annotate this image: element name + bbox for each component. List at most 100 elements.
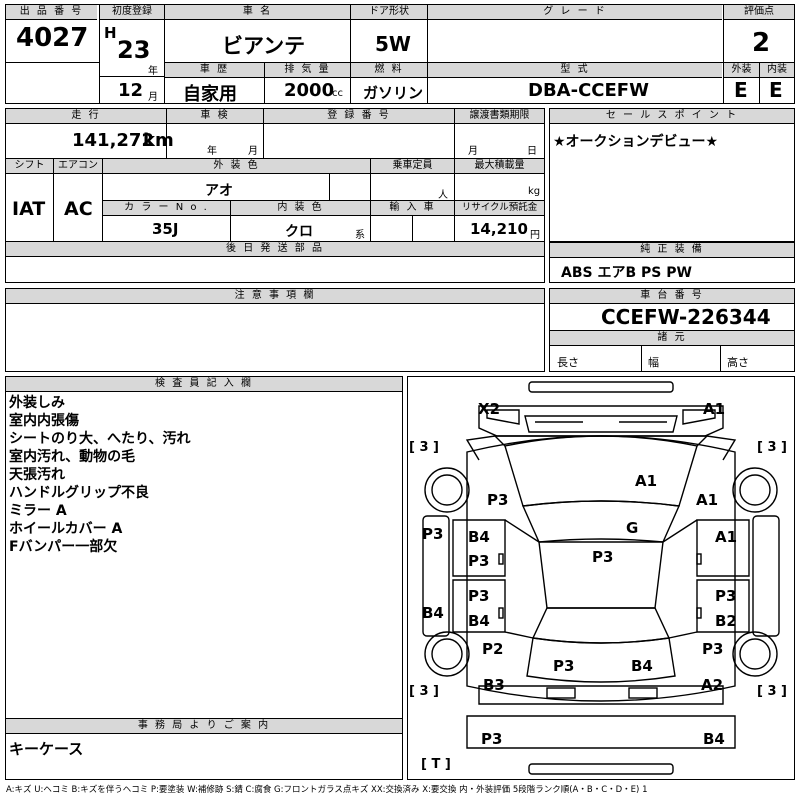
interior-color-value: クロ <box>285 224 313 240</box>
damage-mark-left-fender: P3 <box>487 491 509 509</box>
damage-mark-left-rear: B3 <box>483 676 505 694</box>
damage-mark-right-rear: A2 <box>701 676 724 694</box>
sales-point-text: ★オークションデビュー★ <box>553 134 719 150</box>
length-label: 長さ <box>557 356 579 369</box>
displacement-unit: cc <box>332 88 343 99</box>
mileage-label: 走 行 <box>6 109 166 124</box>
model-label: 型 式 <box>428 63 722 78</box>
exterior-score: E <box>734 78 748 102</box>
inspector-note: 室内内張傷 <box>9 413 79 429</box>
inspector-label: 検 査 員 記 入 欄 <box>6 377 402 392</box>
sales-point-box <box>549 108 795 242</box>
car-diagram <box>422 381 780 775</box>
inspector-note: ホイールカバー A <box>9 521 123 537</box>
interior-color-label: 内 装 色 <box>231 201 370 216</box>
interior-score: E <box>769 78 783 102</box>
first-registration-month: 12 <box>118 80 144 101</box>
width-label: 幅 <box>648 356 659 369</box>
car-name: ビアンテ <box>222 34 306 58</box>
inspector-note: シートのり大、へたり、汚れ <box>9 431 191 447</box>
color-number-value: 35J <box>152 220 179 238</box>
damage-mark-left-front-door: B4 <box>468 528 490 546</box>
damage-mark-left-quarter: P2 <box>482 640 504 658</box>
ac-value: AC <box>64 198 93 220</box>
damage-mark-hood: A1 <box>635 472 658 490</box>
damage-mark-right-quarter: P3 <box>702 640 724 658</box>
interior-score-label: 内装 <box>760 63 794 78</box>
import-label: 輸 入 車 <box>371 201 454 216</box>
specs-label: 諸 元 <box>550 331 794 346</box>
tire-label-spare: [ T ] <box>421 757 451 772</box>
damage-mark-right-rear-door-lower: B2 <box>715 612 737 630</box>
transfer-deadline-label: 譲渡書類期限 <box>455 109 544 124</box>
mileage-value: 141,272 <box>72 130 154 151</box>
grade-label: グ レ ー ド <box>428 5 722 20</box>
damage-mark-left-front-door-lower: P3 <box>468 552 490 570</box>
displacement-value: 2000 <box>284 80 335 101</box>
tire-label-rear-left: [ 3 ] <box>409 684 439 699</box>
notes-label: 注 意 事 項 欄 <box>6 289 544 304</box>
exterior-color-label: 外 装 色 <box>103 159 370 174</box>
damage-mark-left-rear-door-lower: B4 <box>468 612 490 630</box>
inspection-month-unit: 月 <box>248 146 258 157</box>
inspector-note: ハンドルグリップ不良 <box>9 485 149 501</box>
max-load-label: 最大積載量 <box>455 159 544 174</box>
capacity-unit: 人 <box>438 190 448 201</box>
door-type-label: ドア形状 <box>351 5 427 20</box>
first-registration-year: 23 <box>117 36 151 64</box>
interior-color-unit: 系 <box>355 230 365 241</box>
inspector-note: 室内汚れ、動物の毛 <box>9 449 136 465</box>
inspector-note: ミラー A <box>9 503 67 519</box>
inspector-note: Fバンパー一部欠 <box>9 539 118 555</box>
exterior-score-label: 外装 <box>724 63 759 78</box>
damage-mark-front-right: A1 <box>703 400 726 418</box>
fuel-label: 燃 料 <box>351 63 427 78</box>
inspector-note: 外装しみ <box>9 395 65 411</box>
recycle-deposit-unit: 円 <box>530 230 540 241</box>
mileage-unit: km <box>143 130 174 151</box>
history-label: 車 歴 <box>165 63 264 78</box>
ac-label: エアコン <box>54 159 102 174</box>
office-text: キーケース <box>9 740 84 758</box>
damage-mark-right-fender: A1 <box>696 491 719 509</box>
tire-label-front-left: [ 3 ] <box>409 440 439 455</box>
lot-number-label: 出 品 番 号 <box>6 5 97 20</box>
year-unit: 年 <box>148 66 158 77</box>
equipment-label: 純 正 装 備 <box>550 243 794 258</box>
damage-mark-windshield: G <box>626 519 639 537</box>
damage-mark-rear-bumper-left: P3 <box>481 730 503 748</box>
office-label: 事 務 局 よ り ご 案 内 <box>6 719 402 734</box>
inspector-notes: 外装しみ 室内内張傷 シートのり大、へたり、汚れ 室内汚れ、動物の毛 天張汚れ … <box>9 394 190 556</box>
inspection-year-unit: 年 <box>207 146 217 157</box>
shift-label: シフト <box>6 159 53 174</box>
chassis-label: 車 台 番 号 <box>550 289 794 304</box>
max-load-unit: kg <box>528 186 541 197</box>
door-type: 5W <box>375 32 411 56</box>
sales-point-label: セ ー ル ス ポ イ ン ト <box>550 109 794 124</box>
lot-number: 4027 <box>16 23 89 53</box>
tire-label-rear-right: [ 3 ] <box>757 684 787 699</box>
height-label: 高さ <box>727 356 749 369</box>
car-name-label: 車 名 <box>165 5 350 20</box>
chassis-number: CCEFW-226344 <box>601 305 771 329</box>
damage-mark-right-rear-door: P3 <box>715 587 737 605</box>
equipment-text: ABS エアB PS PW <box>561 265 692 281</box>
transfer-month-unit: 月 <box>468 146 478 157</box>
inspector-note: 天張汚れ <box>9 467 65 483</box>
damage-mark-back-left: P3 <box>553 657 575 675</box>
model-value: DBA-CCEFW <box>528 80 649 101</box>
damage-mark-left-rear-door: P3 <box>468 587 490 605</box>
damage-mark-roof: P3 <box>592 548 614 566</box>
inspection-label: 車 検 <box>167 109 263 124</box>
transfer-day-unit: 日 <box>527 146 537 157</box>
score-label: 評価点 <box>724 5 794 20</box>
exterior-color-value: アオ <box>205 183 233 199</box>
displacement-label: 排 気 量 <box>265 63 350 78</box>
damage-mark-left-sill: B4 <box>422 604 444 622</box>
registration-number-label: 登 録 番 号 <box>264 109 454 124</box>
recycle-deposit-label: リサイクル預託金 <box>455 201 544 216</box>
history-value: 自家用 <box>183 84 237 105</box>
damage-mark-left-pillar: P3 <box>422 525 444 543</box>
later-parts-label: 後 日 発 送 部 品 <box>6 242 544 257</box>
fuel-value: ガソリン <box>363 84 424 102</box>
